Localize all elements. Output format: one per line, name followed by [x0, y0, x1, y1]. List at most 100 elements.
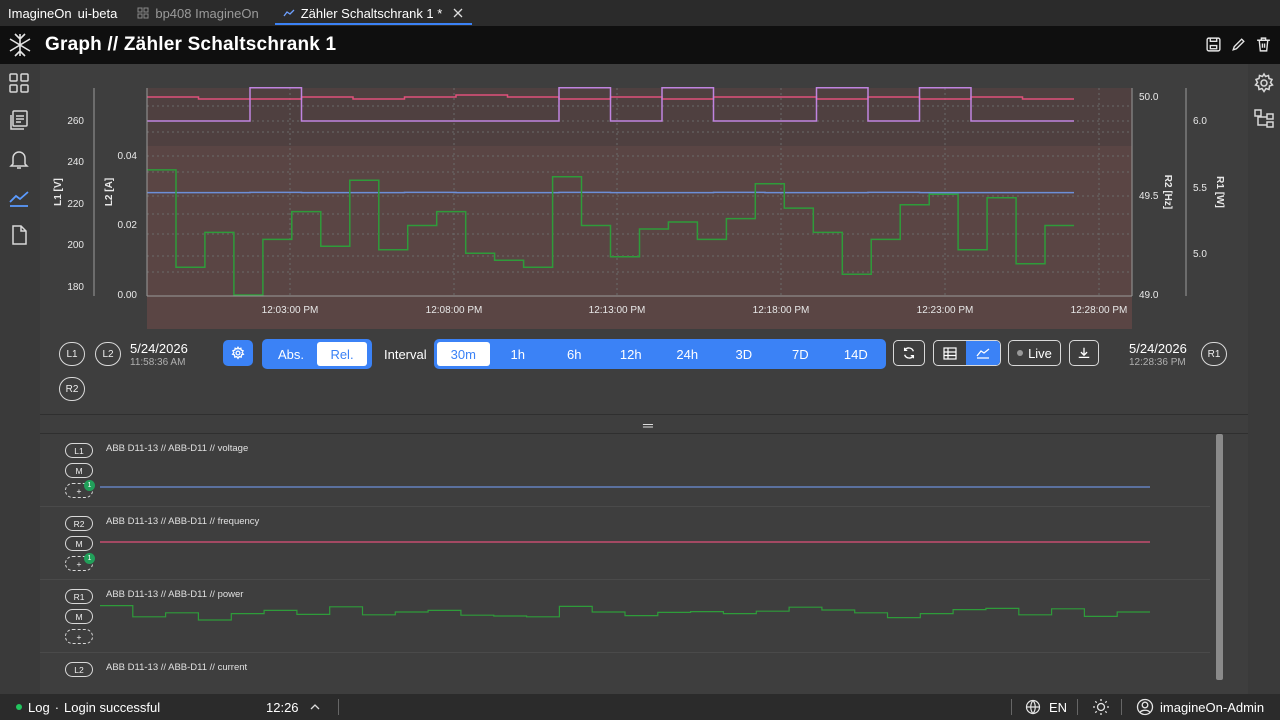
axis-tag[interactable]: R2 — [65, 516, 93, 531]
status-message: Login successful — [64, 699, 161, 715]
live-button[interactable]: Live — [1008, 340, 1061, 366]
tab-bp408[interactable]: bp408 ImagineOn — [125, 0, 270, 26]
trace-list: ABB D11-13 // ABB-D11 // voltage L1 M +1 ABB… — [40, 434, 1248, 694]
globe-icon[interactable] — [1025, 699, 1041, 715]
chevron-up-icon[interactable] — [310, 702, 320, 712]
interval-option[interactable]: 3D — [716, 342, 773, 366]
graph-settings-button[interactable] — [223, 340, 253, 366]
interval-option[interactable]: 24h — [659, 342, 716, 366]
refresh-button[interactable] — [893, 340, 925, 366]
trace-sparkline — [100, 541, 1150, 543]
documents-icon[interactable] — [8, 109, 30, 131]
chart-view-button[interactable] — [966, 341, 1000, 365]
mode-tag[interactable]: M — [65, 463, 93, 478]
line-chart-icon — [976, 348, 990, 359]
mode-tag[interactable]: M — [65, 536, 93, 551]
x-tick-label: 12:23:00 PM — [917, 305, 974, 316]
x-tick-label: 12:08:00 PM — [426, 305, 483, 316]
resize-handle[interactable]: ═ — [40, 414, 1248, 434]
divider — [1077, 699, 1078, 715]
trace-sparkline — [100, 605, 1150, 621]
download-icon — [1078, 347, 1090, 359]
table-view-button[interactable] — [934, 341, 966, 365]
axis-tag[interactable]: R1 — [65, 589, 93, 604]
close-icon[interactable] — [452, 7, 464, 19]
user-icon[interactable] — [1136, 698, 1154, 716]
interval-option[interactable]: 7D — [772, 342, 829, 366]
axis-label-l2: L2 [A] — [104, 178, 115, 206]
x-tick-label: 12:13:00 PM — [589, 305, 646, 316]
language-selector[interactable]: EN — [1049, 700, 1067, 715]
settings-icon[interactable] — [1253, 72, 1275, 94]
abs-rel-toggle: Abs. Rel. — [262, 339, 372, 369]
live-indicator — [1017, 350, 1024, 356]
y-tick-label-l1: 240 — [67, 157, 84, 168]
start-time: 11:58:36 AM — [130, 357, 186, 368]
user-name[interactable]: imagineOn-Admin — [1160, 700, 1264, 715]
alarm-band-lower — [147, 124, 1132, 329]
interval-option[interactable]: 14D — [829, 342, 884, 366]
trace-row[interactable]: ABB D11-13 // ABB-D11 // frequency R2 M +1 — [40, 507, 1210, 580]
trace-row[interactable]: ABB D11-13 // ABB-D11 // power R1 M + — [40, 580, 1210, 653]
live-label: Live — [1028, 345, 1052, 361]
add-tag-button[interactable]: + — [65, 629, 93, 644]
mode-tag[interactable]: M — [65, 609, 93, 624]
file-icon[interactable] — [8, 224, 30, 246]
edit-icon[interactable] — [1230, 36, 1247, 53]
y-tick-label-l1: 260 — [67, 116, 84, 127]
trace-sparkline — [100, 486, 1150, 488]
download-button[interactable] — [1069, 340, 1099, 366]
brand-suffix: ui-beta — [77, 5, 118, 21]
axis-tag[interactable]: L2 — [65, 662, 93, 677]
interval-label: Interval — [384, 347, 427, 362]
tab-bar: ImagineOn ui-beta bp408 ImagineOn Zähler… — [0, 0, 1280, 26]
save-icon[interactable] — [1205, 36, 1222, 53]
start-datetime[interactable]: 5/24/2026 11:58:36 AM — [130, 342, 188, 370]
sun-icon[interactable] — [1092, 698, 1110, 716]
trace-row[interactable]: ABB D11-13 // ABB-D11 // voltage L1 M +1 — [40, 434, 1210, 507]
y-tick-label-l1: 180 — [67, 282, 84, 293]
start-date: 5/24/2026 — [130, 341, 188, 356]
right-sidebar — [1248, 64, 1280, 694]
graph-controls: L1 L2 R2 5/24/2026 11:58:36 AM Abs. Rel.… — [40, 334, 1248, 414]
end-datetime[interactable]: 5/24/2026 12:28:36 PM — [1129, 342, 1187, 370]
chart-icon — [283, 9, 295, 17]
dashboard-icon[interactable] — [8, 72, 30, 94]
trash-icon[interactable] — [1255, 36, 1272, 53]
left-sidebar — [0, 64, 40, 694]
separator-dot: · — [54, 699, 60, 715]
graph-chart[interactable]: 12:03:00 PM 12:08:00 PM 12:13:00 PM 12:18:0… — [40, 64, 1248, 334]
status-bar: Log · Login successful 12:26 EN imagineO… — [0, 694, 1280, 720]
hierarchy-icon[interactable] — [1253, 108, 1275, 130]
interval-option[interactable]: 6h — [546, 342, 603, 366]
x-tick-label: 12:18:00 PM — [753, 305, 810, 316]
tab-zaehler[interactable]: Zähler Schaltschrank 1 * — [271, 0, 477, 26]
interval-option[interactable]: 1h — [490, 342, 547, 366]
status-dot — [16, 704, 22, 710]
y-tick-label-r2: 50.0 — [1139, 92, 1159, 103]
x-tick-label: 12:03:00 PM — [262, 305, 319, 316]
graph-icon[interactable] — [8, 186, 30, 208]
y-tick-label-r1: 6.0 — [1193, 116, 1207, 127]
axis-label-r2: R2 [Hz] — [1162, 175, 1173, 209]
grid-icon — [137, 7, 149, 19]
tag-l1-button[interactable]: L1 — [59, 342, 85, 366]
axis-tag[interactable]: L1 — [65, 443, 93, 458]
axis-label-l1: L1 [V] — [53, 178, 64, 206]
log-button[interactable]: Log — [28, 700, 50, 715]
mode-rel-option[interactable]: Rel. — [317, 342, 367, 366]
y-tick-label-r2: 49.0 — [1139, 290, 1159, 301]
trace-list-scrollbar[interactable] — [1216, 434, 1223, 680]
mode-abs-option[interactable]: Abs. — [265, 342, 317, 366]
interval-option[interactable]: 30m — [437, 342, 490, 366]
tag-l2-button[interactable]: L2 — [95, 342, 121, 366]
tag-r1-button[interactable]: R1 — [1201, 342, 1227, 366]
page-title: Graph // Zähler Schaltschrank 1 — [45, 34, 337, 55]
end-time: 12:28:36 PM — [1129, 357, 1186, 368]
gear-icon — [231, 346, 245, 360]
interval-option[interactable]: 12h — [603, 342, 660, 366]
refresh-icon — [903, 347, 915, 359]
bell-icon[interactable] — [8, 148, 30, 170]
tag-r2-button[interactable]: R2 — [59, 377, 85, 401]
trace-row[interactable]: ABB D11-13 // ABB-D11 // current L2 — [40, 653, 1210, 694]
